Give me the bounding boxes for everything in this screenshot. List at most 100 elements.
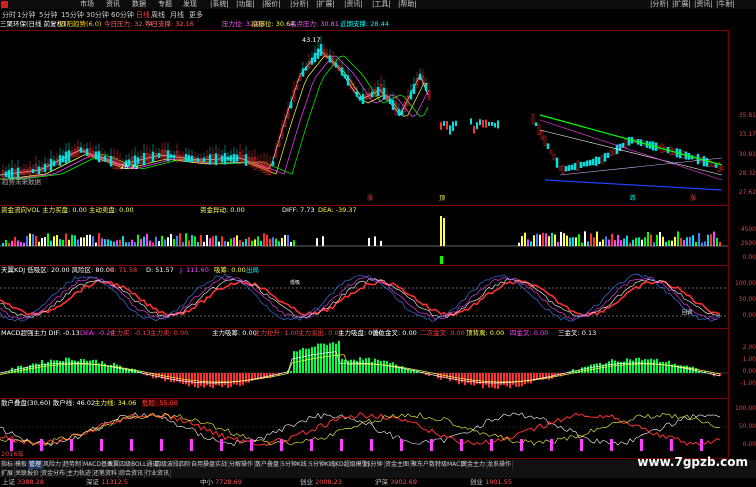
index-ticker[interactable]: 上证 3388.28 <box>2 478 44 487</box>
menu-tab[interactable]: |分析| <box>290 0 309 9</box>
volume-bar <box>245 239 247 246</box>
macd-bar <box>632 360 634 373</box>
period-button[interactable]: 60分钟 <box>111 11 134 20</box>
candle-body <box>446 121 448 130</box>
menu-tab[interactable]: |系统| <box>210 0 229 9</box>
macd-bar <box>668 360 670 373</box>
menu-tab[interactable]: |帮助| <box>398 0 417 9</box>
indicator-tab[interactable]: 散户叠盘 <box>254 460 282 469</box>
period-button[interactable]: 1分钟 <box>17 11 35 20</box>
candle-body <box>488 121 490 126</box>
indicator-tab[interactable]: 龙系操作 <box>486 460 514 469</box>
trend-line <box>539 119 723 181</box>
candle-body <box>7 169 11 179</box>
candle-body <box>612 148 616 155</box>
indicator-tab[interactable]: 四级波段 <box>154 460 182 469</box>
candle-body <box>452 121 454 131</box>
menu-tab[interactable]: 数据 <box>132 0 146 9</box>
period-button[interactable]: 更多 <box>189 11 203 20</box>
kdj-chart[interactable]: 低吸回调 <box>0 266 728 328</box>
menu-tab[interactable]: 资讯 <box>106 0 120 9</box>
macd-chart[interactable] <box>0 329 728 398</box>
extension-tab[interactable]: 行业资讯 <box>144 469 172 478</box>
indicator-tab[interactable]: 天翼四级 <box>106 460 134 469</box>
extension-tab[interactable]: 关联报价 <box>14 469 42 478</box>
menu-tab[interactable]: |资讯| <box>344 0 363 9</box>
indicator-tab[interactable]: 模板 <box>14 460 30 469</box>
trend-line <box>544 179 723 191</box>
candle-body <box>346 75 350 86</box>
axis-tick-label: 0.00 <box>742 254 756 261</box>
extension-tab[interactable]: 综合资讯 <box>118 469 146 478</box>
volume-bar <box>587 241 589 246</box>
indicator-tab[interactable]: 风险力 <box>42 460 64 469</box>
period-button[interactable]: 周线 <box>151 11 165 20</box>
indicator-tab[interactable]: 操盘实战 <box>202 460 230 469</box>
index-ticker[interactable]: 创业 2008.23 <box>300 478 342 487</box>
candle-body <box>289 101 293 109</box>
menu-tab-right[interactable]: |分析| <box>650 0 669 9</box>
period-button[interactable]: 日线 <box>136 11 150 20</box>
menu-tab[interactable]: |扩展| <box>316 0 335 9</box>
volume-bar <box>620 240 622 246</box>
volume-chart[interactable] <box>0 206 728 265</box>
macd-bar <box>20 365 22 373</box>
menu-tab[interactable]: |工具| <box>372 0 391 9</box>
volume-bar <box>368 237 370 246</box>
indicator-tab[interactable]: 5分钟K线 <box>280 460 309 469</box>
menu-tab[interactable]: 专题 <box>158 0 172 9</box>
volume-bar <box>260 240 262 246</box>
menu-tab[interactable]: |功能| <box>236 0 255 9</box>
menu-tab[interactable]: 市场 <box>80 0 94 9</box>
candle-body <box>226 156 230 161</box>
candle-body <box>37 166 41 174</box>
macd-bar <box>644 359 646 373</box>
index-ticker[interactable]: 创业 1901.55 <box>470 478 512 487</box>
extension-tab[interactable]: 主力轨迹 <box>66 469 94 478</box>
extension-tab[interactable]: 还笔资料 <box>92 469 120 478</box>
indicator-tab[interactable]: 指标 <box>0 460 16 469</box>
indicator-tab[interactable]: 四阶自用 <box>178 460 206 469</box>
period-button[interactable]: 30分钟 <box>86 11 109 20</box>
indicator-tab[interactable]: 资金主图 <box>384 460 412 469</box>
axis-tick-label: 50.00 <box>738 423 756 430</box>
indicator-tab[interactable]: 分解操作 <box>228 460 256 469</box>
volume-bar <box>143 236 145 246</box>
macd-bar <box>224 373 226 386</box>
menu-tab-right[interactable]: |扩展| <box>672 0 691 9</box>
period-button[interactable]: 15分钟 <box>61 11 84 20</box>
indicator-tab[interactable]: 15分钟 <box>362 460 385 469</box>
indicator-tab[interactable]: 资金主力 <box>460 460 488 469</box>
menu-tab-right[interactable]: |资讯| <box>694 0 713 9</box>
extension-tab[interactable]: 扩展 <box>0 469 16 478</box>
volume-bar <box>29 233 31 246</box>
volume-bar <box>113 241 115 246</box>
candlestick-chart[interactable]: 涨顶跌涨 <box>0 30 728 205</box>
candle-body <box>43 163 47 173</box>
candle-body <box>552 154 556 161</box>
indicator-name[interactable]: 四阳趋势(6.0) <box>60 20 101 29</box>
retail-vs-main-chart[interactable] <box>0 399 728 458</box>
period-button[interactable]: 5分钟 <box>39 11 57 20</box>
period-button[interactable]: 月线 <box>170 11 184 20</box>
axis-tick-label: 1.00 <box>742 356 756 363</box>
candle-body <box>334 62 338 68</box>
period-button[interactable]: 分时 <box>2 11 16 20</box>
menu-tab[interactable]: 发现 <box>183 0 197 9</box>
macd-bar <box>212 373 214 389</box>
menu-tab[interactable]: |报价| <box>262 0 281 9</box>
menu-tab-right[interactable]: |牛耐| <box>716 0 735 9</box>
indicator-tab[interactable]: 趋势制 <box>62 460 84 469</box>
signal-bar <box>40 439 43 451</box>
today-support: 今日支撑: 32.16 <box>145 20 194 28</box>
volume-bar <box>269 238 271 246</box>
index-ticker[interactable]: 沪深 3902.69 <box>375 478 417 487</box>
indicator-tab[interactable]: 聚东户数 <box>410 460 438 469</box>
macd-bar <box>491 373 493 388</box>
macd-bar <box>353 359 355 373</box>
candle-body <box>534 122 538 126</box>
index-ticker[interactable]: 中小 7728.69 <box>200 478 242 487</box>
extension-tab[interactable]: 资金分布 <box>40 469 68 478</box>
index-ticker[interactable]: 深证 11312.5 <box>86 478 128 487</box>
indicator-tab[interactable]: 管理 <box>28 460 44 469</box>
